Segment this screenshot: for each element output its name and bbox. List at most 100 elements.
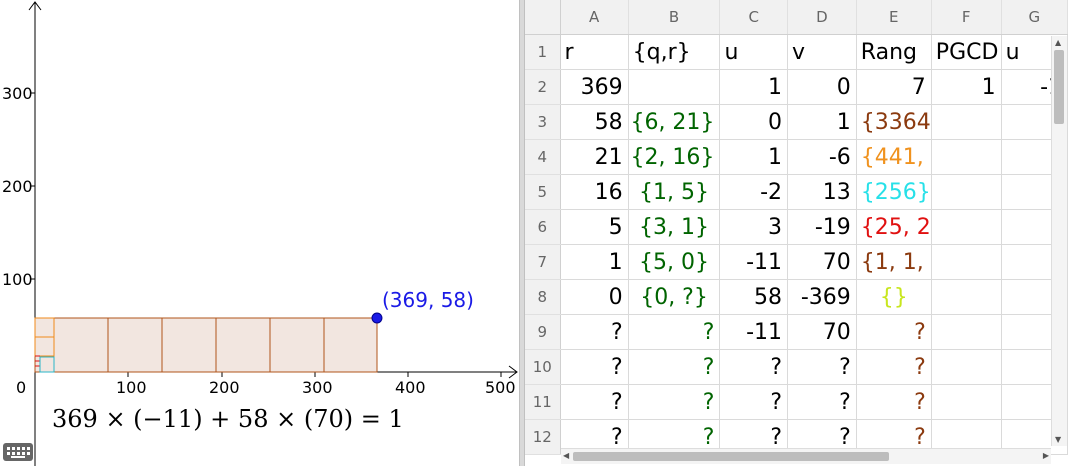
cell-b7[interactable]: {5, 0} (628, 244, 721, 280)
cell-a10[interactable]: ? (560, 349, 629, 385)
row-header[interactable]: 2 (525, 69, 561, 105)
row-header[interactable]: 5 (525, 174, 561, 210)
cell-d2[interactable]: 0 (787, 69, 857, 105)
row-header[interactable]: 8 (525, 279, 561, 315)
cell-b10[interactable]: ? (628, 349, 721, 385)
cell-b2[interactable] (628, 69, 721, 105)
cell-f2[interactable]: 1 (931, 69, 1002, 105)
cell-c9[interactable]: -11 (719, 314, 789, 350)
scroll-left-icon[interactable]: ◀ (563, 451, 569, 460)
cell-b5[interactable]: {1, 5} (628, 174, 721, 210)
cell-c1[interactable]: u (719, 34, 789, 70)
cell-f3[interactable] (931, 104, 1002, 140)
keyboard-icon[interactable] (3, 443, 33, 461)
scroll-up-icon[interactable]: ▲ (1055, 38, 1061, 47)
cell-e8[interactable]: {} (856, 279, 932, 315)
cell-f4[interactable] (931, 139, 1002, 175)
cell-e9[interactable]: ? (856, 314, 932, 350)
sheet-corner[interactable] (525, 0, 561, 35)
cell-a2[interactable]: 369 (560, 69, 629, 105)
column-header-c[interactable]: C (719, 0, 789, 35)
scroll-down-icon[interactable]: ▼ (1055, 435, 1061, 444)
cell-b1[interactable]: {q,r} (628, 34, 721, 70)
cell-e7[interactable]: {1, 1, (856, 244, 932, 280)
cell-f1[interactable]: PGCD (931, 34, 1002, 70)
graphics-view[interactable]: 0 100 200 300 400 500 100 200 300 (369, … (0, 0, 519, 466)
column-header-b[interactable]: B (628, 0, 721, 35)
cell-c11[interactable]: ? (719, 384, 789, 420)
cell-c6[interactable]: 3 (719, 209, 789, 245)
column-header-g[interactable]: G (1001, 0, 1068, 35)
point-label[interactable]: (369, 58) (382, 288, 474, 312)
column-header-f[interactable]: F (931, 0, 1002, 35)
cell-d3[interactable]: 1 (787, 104, 857, 140)
cell-c3[interactable]: 0 (719, 104, 789, 140)
cell-a9[interactable]: ? (560, 314, 629, 350)
cell-b11[interactable]: ? (628, 384, 721, 420)
row-header[interactable]: 11 (525, 384, 561, 420)
bezout-formula[interactable]: 369 × (−11) + 58 × (70) = 1 (52, 405, 404, 433)
cell-d11[interactable]: ? (787, 384, 857, 420)
scroll-right-icon[interactable]: ▶ (1043, 451, 1049, 460)
cell-d8[interactable]: -369 (787, 279, 857, 315)
cell-f10[interactable] (931, 349, 1002, 385)
cell-c10[interactable]: ? (719, 349, 789, 385)
row-header[interactable]: 4 (525, 139, 561, 175)
cell-c4[interactable]: 1 (719, 139, 789, 175)
cell-e6[interactable]: {25, 2 (856, 209, 932, 245)
cell-f7[interactable] (931, 244, 1002, 280)
cell-e11[interactable]: ? (856, 384, 932, 420)
cell-b6[interactable]: {3, 1} (628, 209, 721, 245)
cell-b4[interactable]: {2, 16} (628, 139, 721, 175)
row-header[interactable]: 1 (525, 34, 561, 70)
cell-d5[interactable]: 13 (787, 174, 857, 210)
cell-d1[interactable]: v (787, 34, 857, 70)
cell-c7[interactable]: -11 (719, 244, 789, 280)
spreadsheet-view[interactable]: A B C D E F G 1 r {q,r} u v Rang PGCD u 2 369 1 0 7 1… (525, 0, 1068, 466)
cell-e1[interactable]: Rang (856, 34, 932, 70)
cell-a7[interactable]: 1 (560, 244, 629, 280)
cell-a4[interactable]: 21 (560, 139, 629, 175)
graphics-canvas[interactable] (0, 0, 519, 466)
row-header[interactable]: 3 (525, 104, 561, 140)
column-header-e[interactable]: E (856, 0, 932, 35)
cell-c2[interactable]: 1 (719, 69, 789, 105)
row-header[interactable]: 12 (525, 419, 561, 455)
cell-a1[interactable]: r (560, 34, 629, 70)
cell-f9[interactable] (931, 314, 1002, 350)
cell-d9[interactable]: 70 (787, 314, 857, 350)
row-header[interactable]: 7 (525, 244, 561, 280)
cell-c5[interactable]: -2 (719, 174, 789, 210)
cell-b8[interactable]: {0, ?} (628, 279, 721, 315)
cell-d6[interactable]: -19 (787, 209, 857, 245)
cell-a8[interactable]: 0 (560, 279, 629, 315)
row-header[interactable]: 6 (525, 209, 561, 245)
cell-e10[interactable]: ? (856, 349, 932, 385)
vertical-scrollbar[interactable]: ▲ ▼ (1051, 36, 1067, 446)
cell-e5[interactable]: {256} (856, 174, 932, 210)
row-header[interactable]: 10 (525, 349, 561, 385)
row-header[interactable]: 9 (525, 314, 561, 350)
vertical-scroll-thumb[interactable] (1054, 50, 1064, 124)
cell-a5[interactable]: 16 (560, 174, 629, 210)
cell-b3[interactable]: {6, 21} (628, 104, 721, 140)
column-header-d[interactable]: D (787, 0, 857, 35)
cell-a3[interactable]: 58 (560, 104, 629, 140)
cell-f5[interactable] (931, 174, 1002, 210)
cell-e4[interactable]: {441, (856, 139, 932, 175)
cell-a6[interactable]: 5 (560, 209, 629, 245)
point-369-58[interactable] (371, 312, 383, 324)
cell-d7[interactable]: 70 (787, 244, 857, 280)
cell-d10[interactable]: ? (787, 349, 857, 385)
cell-a11[interactable]: ? (560, 384, 629, 420)
column-header-a[interactable]: A (560, 0, 629, 35)
cell-e2[interactable]: 7 (856, 69, 932, 105)
cell-f11[interactable] (931, 384, 1002, 420)
cell-b9[interactable]: ? (628, 314, 721, 350)
cell-c8[interactable]: 58 (719, 279, 789, 315)
cell-f8[interactable] (931, 279, 1002, 315)
horizontal-scrollbar[interactable]: ◀ ▶ (561, 448, 1051, 464)
cell-d4[interactable]: -6 (787, 139, 857, 175)
cell-e3[interactable]: {3364 (856, 104, 932, 140)
horizontal-scroll-thumb[interactable] (573, 452, 889, 461)
